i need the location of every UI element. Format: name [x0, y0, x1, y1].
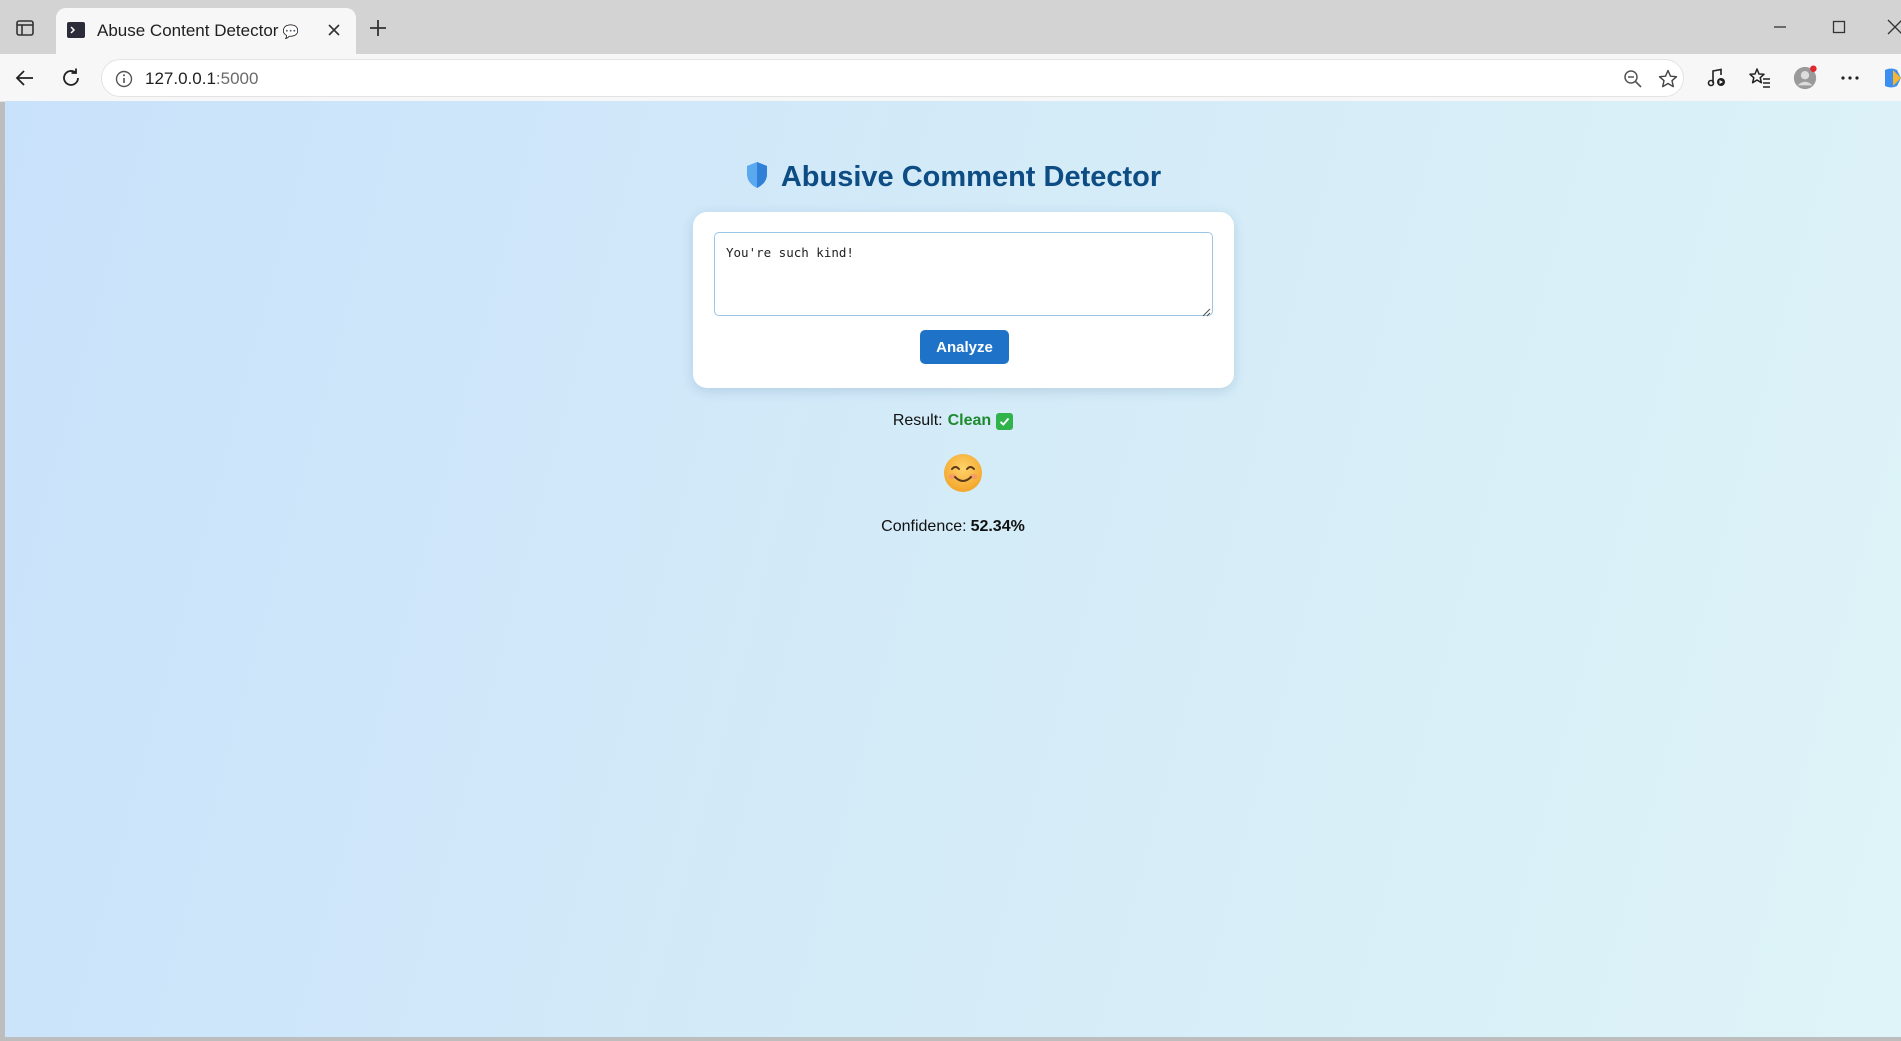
tab-title: Abuse Content Detector 💬 [97, 21, 299, 41]
result-label: Result: [892, 412, 943, 429]
url-host: 127.0.0.1 [145, 69, 216, 88]
page-viewport: Abusive Comment Detector Analyze Result:… [5, 101, 1901, 1037]
media-control-icon[interactable] [1703, 65, 1729, 91]
back-arrow-icon[interactable] [11, 64, 39, 92]
more-options-icon[interactable] [1837, 65, 1863, 91]
shield-icon [745, 161, 769, 194]
browser-titlebar: Abuse Content Detector 💬 [0, 0, 1901, 54]
result-line: Result: Clean [5, 412, 1901, 430]
tab-actions-icon[interactable] [14, 17, 36, 39]
new-tab-icon[interactable] [366, 16, 390, 40]
url-port: :5000 [215, 69, 259, 88]
page-header: Abusive Comment Detector [5, 161, 1901, 194]
result-value: Clean [947, 412, 992, 429]
speech-bubble-icon: 💬 [282, 24, 299, 39]
resize-handle-icon[interactable] [1201, 304, 1211, 317]
comment-input[interactable] [714, 232, 1213, 316]
analyze-card: Analyze [693, 212, 1234, 388]
smiling-face-icon [941, 451, 985, 495]
favorite-star-icon[interactable] [1657, 68, 1679, 90]
page-title: Abusive Comment Detector [780, 161, 1162, 193]
reload-icon[interactable] [57, 64, 85, 92]
minimize-icon[interactable] [1767, 14, 1793, 40]
check-mark-icon [996, 412, 1014, 430]
site-info-icon[interactable] [114, 69, 134, 89]
terminal-favicon-icon [66, 20, 86, 40]
url-text[interactable]: 127.0.0.1:5000 [145, 69, 258, 89]
zoom-out-icon[interactable] [1622, 68, 1644, 90]
tab-title-text: Abuse Content Detector [97, 21, 279, 40]
favorites-list-icon[interactable] [1747, 65, 1773, 91]
browser-tab-active[interactable]: Abuse Content Detector 💬 [56, 8, 356, 54]
close-window-icon[interactable] [1882, 14, 1901, 40]
maximize-icon[interactable] [1826, 14, 1852, 40]
address-bar[interactable]: 127.0.0.1:5000 [101, 59, 1684, 97]
browser-toolbar: 127.0.0.1:5000 [0, 54, 1901, 102]
confidence-value: 52.34% [970, 518, 1025, 535]
copilot-icon[interactable] [1879, 65, 1901, 91]
confidence-line: Confidence: 52.34% [5, 518, 1901, 536]
analyze-button[interactable]: Analyze [920, 330, 1009, 364]
profile-avatar-icon[interactable] [1792, 65, 1818, 91]
confidence-label: Confidence: [881, 518, 967, 535]
close-tab-icon[interactable] [324, 20, 344, 40]
